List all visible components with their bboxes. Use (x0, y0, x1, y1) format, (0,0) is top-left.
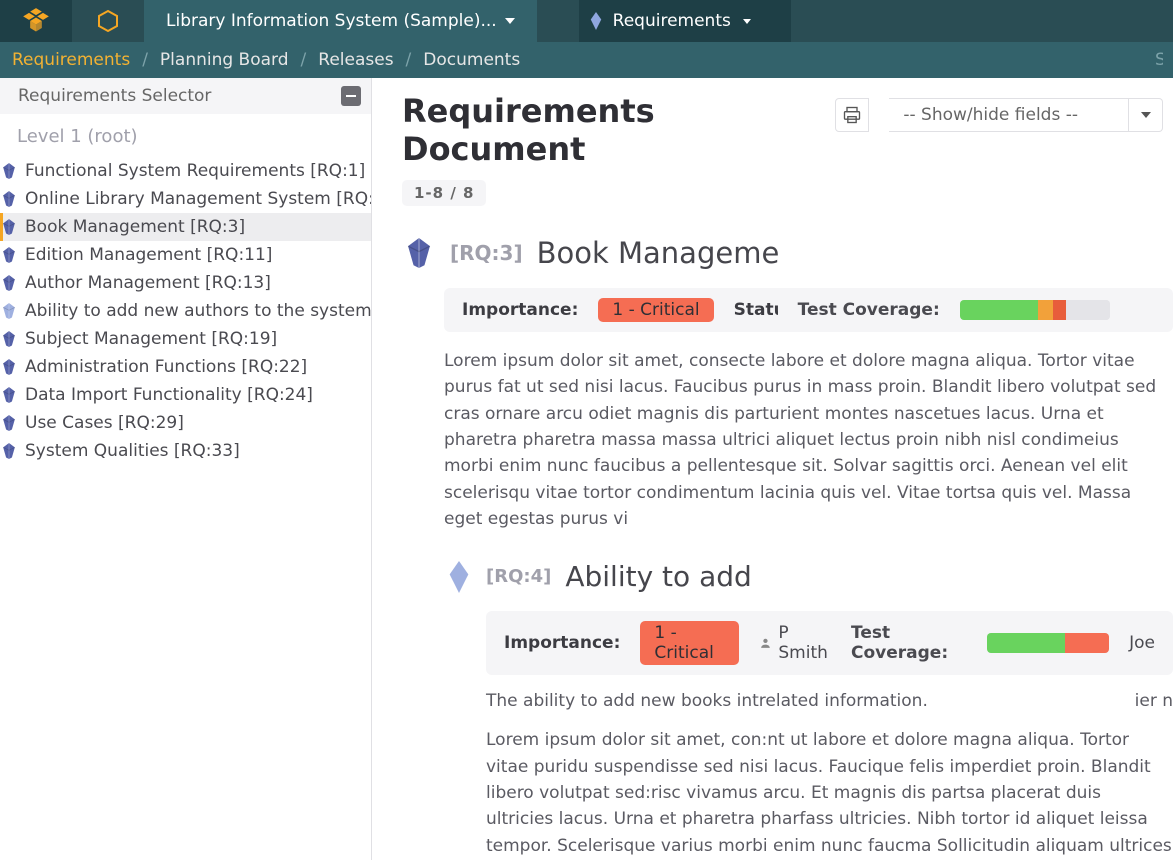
topbar: Library Information System (Sample)... R… (0, 0, 1173, 42)
tree-node[interactable]: Subject Management [RQ:19] (0, 325, 371, 353)
tree-node-label: Online Library Management System [RQ:2] (25, 189, 371, 209)
requirement-block: [RQ:3] Book Manageme Importance: 1 - Critic… (402, 236, 1173, 532)
section-selector[interactable]: Requirements (579, 0, 791, 42)
tree-node[interactable]: Use Cases [RQ:29] (0, 409, 371, 437)
nav-item-requirements[interactable]: Requirements (10, 46, 132, 74)
sidebar-header: Requirements Selector (0, 78, 371, 114)
tree-level-label: Level 1 (root) (0, 120, 371, 157)
importance-label: Importance: (462, 300, 578, 320)
requirement-name: Book Manageme (537, 236, 780, 270)
coverage-label: Test Coverage: (798, 300, 940, 320)
tree-node-label: Ability to add new authors to the system (25, 301, 371, 321)
requirement-icon (0, 303, 18, 319)
section-name: Requirements (613, 11, 731, 31)
requirement-icon (446, 561, 472, 593)
status-label: Statu (734, 300, 778, 320)
coverage-label: Test Coverage: (851, 623, 967, 663)
content: Requirements Document -- Show/hide field… (372, 78, 1173, 860)
chevron-down-icon (1141, 112, 1151, 118)
requirements-tree: Functional System Requirements [RQ:1] Onl… (0, 157, 371, 465)
nav-item-releases[interactable]: Releases (316, 46, 395, 74)
requirement-icon (0, 359, 18, 375)
tree-node[interactable]: Author Management [RQ:13] (0, 269, 371, 297)
collapse-sidebar-button[interactable] (341, 86, 361, 106)
tree-node[interactable]: Online Library Management System [RQ:2] (0, 185, 371, 213)
requirement-id: [RQ:4] (486, 566, 551, 587)
requirement-meta: Importance: 1 - Critical Statu Test Coverag… (444, 288, 1173, 332)
requirement-body: Lorem ipsum dolor sit amet, consecte lab… (444, 348, 1173, 532)
printer-icon (842, 105, 862, 125)
cube-stack-icon (22, 7, 50, 35)
tree-node[interactable]: Ability to add new authors to the system (0, 297, 371, 325)
requirement-icon (589, 12, 603, 30)
tree-node-label: Edition Management [RQ:11] (25, 245, 272, 265)
tree-node[interactable]: Administration Functions [RQ:22] (0, 353, 371, 381)
requirement-icon (0, 191, 18, 207)
page-title: Requirements Document (402, 92, 815, 168)
requirement-icon (0, 219, 18, 235)
nav-item-documents[interactable]: Documents (421, 46, 522, 74)
requirement-icon (402, 238, 436, 268)
tree-node-label: Administration Functions [RQ:22] (25, 357, 307, 377)
hexagon-icon (96, 9, 120, 33)
requirement-icon (0, 443, 18, 459)
requirement-block: [RQ:4] Ability to add Importance: 1 - Criti… (402, 560, 1173, 860)
requirement-body: Lorem ipsum dolor sit amet, con:nt ut la… (486, 727, 1173, 860)
sidebar-title: Requirements Selector (18, 86, 211, 106)
tree-node-label: Subject Management [RQ:19] (25, 329, 277, 349)
project-name: Library Information System (Sample)... (166, 11, 497, 31)
requirement-name: Ability to add (565, 560, 751, 593)
requirement-icon (0, 275, 18, 291)
tree-node[interactable]: Book Management [RQ:3] (0, 213, 371, 241)
project-selector[interactable]: Library Information System (Sample)... (144, 0, 537, 42)
secondary-nav: Requirements/Planning Board/Releases/Doc… (0, 42, 1173, 78)
workspace-icon-button[interactable] (72, 0, 144, 42)
tree-node-label: Use Cases [RQ:29] (25, 413, 184, 433)
tree-node-label: Book Management [RQ:3] (25, 217, 245, 237)
coverage-bar (987, 633, 1109, 653)
requirement-icon (0, 247, 18, 263)
chevron-down-icon (505, 18, 515, 24)
show-hide-fields-select[interactable]: -- Show/hide fields -- (889, 98, 1163, 132)
pager: 1-8 / 8 (402, 180, 486, 206)
owner: P Smith (759, 623, 831, 663)
requirement-icon (0, 387, 18, 403)
importance-value: 1 - Critical (640, 621, 739, 665)
nav-item-planning-board[interactable]: Planning Board (158, 46, 291, 74)
print-button[interactable] (835, 98, 869, 132)
owner-secondary: Joe (1129, 633, 1155, 653)
requirement-icon (0, 331, 18, 347)
requirement-id: [RQ:3] (450, 241, 523, 265)
coverage-bar (960, 300, 1110, 320)
tree-node[interactable]: Edition Management [RQ:11] (0, 241, 371, 269)
requirement-meta: Importance: 1 - Critical P Smith Test Cover… (486, 611, 1173, 675)
importance-value: 1 - Critical (598, 298, 713, 322)
chevron-down-icon (743, 19, 751, 24)
requirement-icon (0, 163, 18, 179)
app-logo[interactable] (0, 0, 72, 42)
tree-node[interactable]: Functional System Requirements [RQ:1] (0, 157, 371, 185)
tree-node-label: System Qualities [RQ:33] (25, 441, 240, 461)
requirement-summary: The ability to add new books intrelated … (486, 691, 1173, 711)
nav-overflow-hint: S (1155, 50, 1163, 70)
user-icon (759, 635, 772, 651)
sidebar: Requirements Selector Level 1 (root) Fun… (0, 78, 372, 860)
tree-node[interactable]: Data Import Functionality [RQ:24] (0, 381, 371, 409)
requirement-icon (0, 415, 18, 431)
show-hide-fields-label: -- Show/hide fields -- (889, 105, 1128, 125)
importance-label: Importance: (504, 633, 620, 653)
tree-node-label: Functional System Requirements [RQ:1] (25, 161, 365, 181)
tree-node-label: Author Management [RQ:13] (25, 273, 271, 293)
tree-node[interactable]: System Qualities [RQ:33] (0, 437, 371, 465)
tree-node-label: Data Import Functionality [RQ:24] (25, 385, 313, 405)
